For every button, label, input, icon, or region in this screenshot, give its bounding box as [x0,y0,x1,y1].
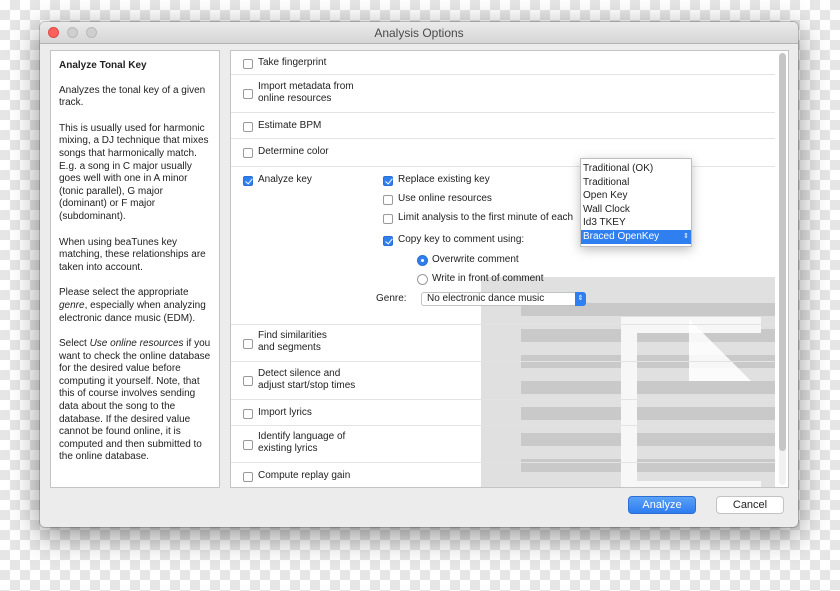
replace-existing-key-checkbox[interactable] [383,176,393,186]
chevron-updown-icon: ⇕ [683,232,689,240]
option-determine-color[interactable]: Determine color [231,139,775,167]
help-paragraph: Select Use online resources if you want … [59,338,211,464]
key-format-option[interactable]: Traditional [581,176,691,190]
import-metadata-label: Import metadata from [258,81,354,92]
detect-silence-label: Detect silence and [258,368,341,379]
find-similarities-label: and segments [258,342,321,353]
estimate-bpm-label: Estimate BPM [258,120,322,131]
overwrite-comment-label: Overwrite comment [432,254,519,265]
key-format-option[interactable]: Traditional (OK) [581,162,691,176]
take-fingerprint-label: Take fingerprint [258,57,327,68]
help-title: Analyze Tonal Key [59,60,147,71]
genre-select-value: No electronic dance music [427,293,545,304]
use-online-resources-label: Use online resources [398,193,492,204]
write-in-front-label: Write in front of comment [432,273,544,284]
analyze-button[interactable]: Analyze [628,496,696,514]
options-scrollbar[interactable] [779,53,786,485]
detect-silence-checkbox[interactable] [243,376,253,386]
find-similarities-checkbox[interactable] [243,339,253,349]
use-online-resources-checkbox[interactable] [383,195,393,205]
limit-analysis-checkbox[interactable] [383,214,393,224]
import-metadata-checkbox[interactable] [243,89,253,99]
key-format-selected-label: Braced OpenKey [583,230,660,242]
help-text: if you want to check the online database… [59,338,211,463]
help-text: Please select the appropriate [59,287,189,299]
determine-color-checkbox[interactable] [243,148,253,158]
option-find-similarities[interactable]: Find similarities and segments [231,325,775,362]
identify-language-checkbox[interactable] [243,440,253,450]
limit-analysis-label: Limit analysis to the first minute of ea… [398,212,574,223]
import-lyrics-checkbox[interactable] [243,409,253,419]
compute-replay-gain-label: Compute replay gain [258,470,351,481]
identify-language-label: Identify language of [258,431,346,442]
option-import-metadata[interactable]: Import metadata from online resources [231,75,775,113]
analyze-key-checkbox[interactable] [243,176,253,186]
key-format-option[interactable]: Id3 TKEY [581,216,691,230]
take-fingerprint-checkbox[interactable] [243,59,253,69]
genre-select[interactable]: No electronic dance music ⇕ [421,292,586,306]
help-paragraph: This is usually used for harmonic mixing… [59,122,209,222]
import-metadata-label: online resources [258,93,332,104]
copy-key-to-comment-label: Copy key to comment using: [398,234,525,245]
window-title: Analysis Options [374,26,464,40]
option-estimate-bpm[interactable]: Estimate BPM [231,113,775,139]
chevron-updown-icon: ⇕ [575,292,586,306]
title-bar: Analysis Options [40,22,798,44]
help-panel: Analyze Tonal Key Analyzes the tonal key… [50,50,220,488]
option-import-lyrics[interactable]: Import lyrics [231,400,775,426]
option-take-fingerprint[interactable]: Take fingerprint [231,51,775,75]
identify-language-label: existing lyrics [258,443,318,454]
analyze-key-label: Analyze key [258,174,312,185]
detect-silence-label: adjust start/stop times [258,380,356,391]
help-paragraph: Analyzes the tonal key of a given track. [59,84,206,109]
option-identify-language[interactable]: Identify language of existing lyrics [231,426,775,463]
estimate-bpm-checkbox[interactable] [243,122,253,132]
option-compute-replay-gain[interactable]: Compute replay gain [231,463,775,487]
help-emphasis: genre [59,299,85,311]
options-panel: Take fingerprint Import metadata from on… [230,50,789,488]
option-detect-silence[interactable]: Detect silence and adjust start/stop tim… [231,362,775,400]
analysis-options-dialog: Analysis Options Analyze Tonal Key Analy… [40,22,798,527]
help-paragraph: When using beaTunes key matching, these … [59,236,206,273]
determine-color-label: Determine color [258,146,329,157]
help-paragraph: Please select the appropriate genre, esp… [59,287,211,325]
key-format-option[interactable]: Wall Clock [581,203,691,217]
cancel-button[interactable]: Cancel [716,496,784,514]
help-text: Select [59,338,90,350]
replace-existing-key-label: Replace existing key [398,174,490,185]
key-format-option[interactable]: Open Key [581,189,691,203]
help-emphasis: Use online resources [89,338,184,350]
compute-replay-gain-checkbox[interactable] [243,472,253,482]
overwrite-comment-radio[interactable] [417,255,428,266]
key-format-dropdown[interactable]: Traditional (OK) Traditional Open Key Wa… [580,158,692,247]
write-in-front-radio[interactable] [417,274,428,285]
scrollbar-thumb[interactable] [779,53,786,451]
genre-label: Genre: [376,293,407,304]
copy-key-to-comment-checkbox[interactable] [383,236,393,246]
find-similarities-label: Find similarities [258,330,327,341]
key-format-option-selected[interactable]: Braced OpenKey ⇕ [581,229,691,244]
option-analyze-key: Analyze key Replace existing key Use onl… [231,167,775,325]
import-lyrics-label: Import lyrics [258,407,312,418]
